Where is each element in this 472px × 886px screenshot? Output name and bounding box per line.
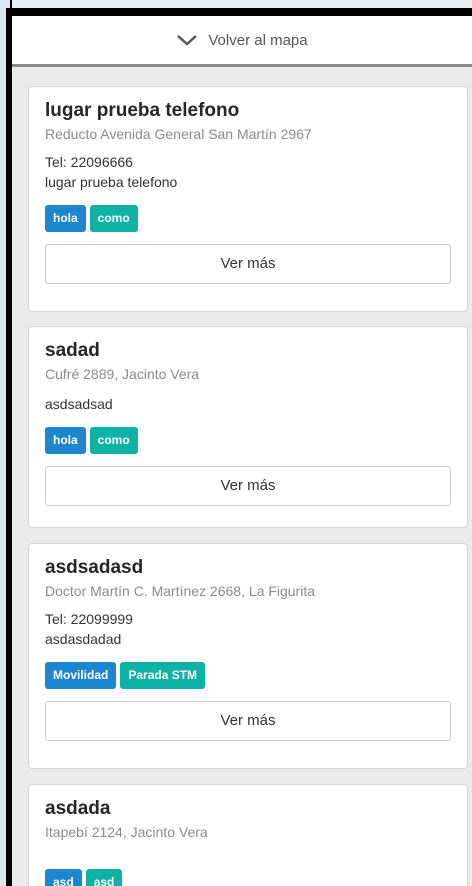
subcategory-tag: como	[89, 427, 138, 454]
place-title: asdada	[45, 798, 111, 819]
place-title: sadad	[45, 340, 100, 361]
category-tag: hola	[45, 427, 86, 454]
place-address: Doctor Martín C. Martínez 2668, La Figur…	[45, 583, 315, 599]
place-address: Cufré 2889, Jacinto Vera	[45, 366, 200, 382]
tag-list: asd asd	[45, 869, 451, 886]
category-tag: Movilidad	[45, 662, 117, 689]
place-description: lugar prueba telefono	[45, 174, 178, 190]
place-card: asdada Itapebí 2124, Jacinto Vera asd as…	[28, 784, 468, 886]
place-address: Itapebí 2124, Jacinto Vera	[45, 824, 208, 840]
place-description: asdasdadad	[45, 631, 122, 647]
category-tag: hola	[45, 205, 86, 232]
place-card: lugar prueba telefono Reducto Avenida Ge…	[28, 86, 468, 312]
place-address: Reducto Avenida General San Martín 2967	[45, 126, 312, 142]
results-panel: Volver al mapa lugar prueba telefono Red…	[12, 16, 472, 886]
back-to-map-label: Volver al mapa	[208, 31, 308, 49]
place-phone: Tel: 22096666	[45, 154, 133, 170]
tag-list: Movilidad Parada STM	[45, 662, 451, 689]
back-to-map-button[interactable]: Volver al mapa	[12, 16, 472, 67]
subcategory-tag: asd	[85, 869, 123, 886]
place-description: asdsadsad	[45, 396, 113, 412]
subcategory-tag: Parada STM	[120, 662, 206, 689]
place-title: lugar prueba telefono	[45, 100, 240, 121]
place-card: asdsadasd Doctor Martín C. Martínez 2668…	[28, 543, 468, 769]
tag-list: hola como	[45, 205, 451, 232]
see-more-button[interactable]: Ver más	[45, 466, 451, 506]
see-more-button[interactable]: Ver más	[45, 701, 451, 741]
place-title: asdsadasd	[45, 557, 144, 578]
subcategory-tag: como	[89, 205, 138, 232]
place-phone: Tel: 22099999	[45, 611, 133, 627]
see-more-button[interactable]: Ver más	[45, 244, 451, 284]
place-card: sadad Cufré 2889, Jacinto Vera asdsadsad…	[28, 326, 468, 528]
chevron-down-icon	[176, 33, 198, 47]
tag-list: hola como	[45, 427, 451, 454]
category-tag: asd	[45, 869, 82, 886]
